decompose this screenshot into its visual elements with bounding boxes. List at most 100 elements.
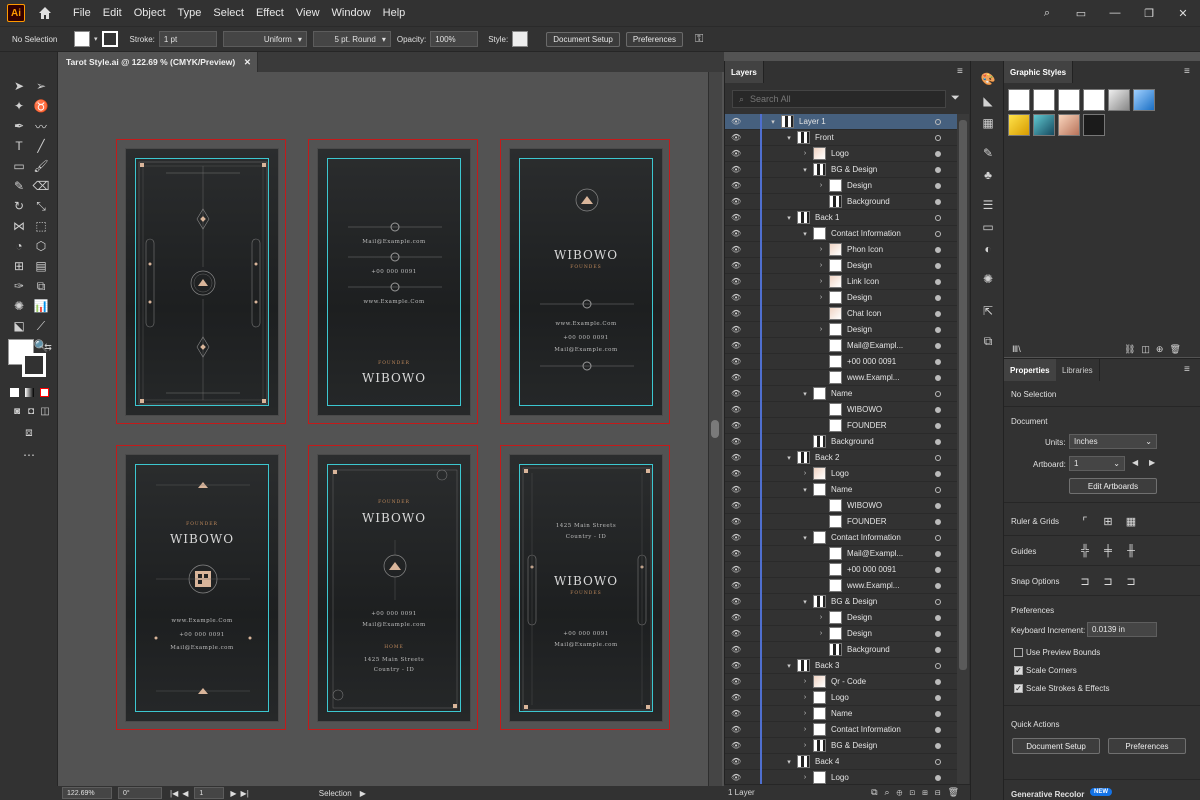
styles-library-icon[interactable]: Ⅲ\ (1012, 344, 1021, 355)
layer-actions-icon[interactable]: ⧉⌕⊕⊡⊞⊟🗑 (871, 787, 966, 798)
layer-target-icon[interactable] (935, 294, 941, 301)
layer-target-icon[interactable] (935, 310, 941, 317)
layer-row[interactable]: 👁 ▾ Back 4 (725, 753, 961, 770)
none-mode-icon[interactable] (40, 388, 49, 397)
visibility-eye-icon[interactable]: 👁 (731, 197, 741, 206)
visibility-eye-icon[interactable]: 👁 (731, 117, 741, 126)
snap-pixel-icon[interactable]: ⊐ (1124, 574, 1138, 588)
layer-row[interactable]: 👁 › Design (725, 177, 961, 194)
line-icon[interactable]: ╱ (33, 138, 49, 154)
graphic-style-swatch[interactable] (1083, 89, 1105, 111)
align-icon[interactable]: ☰ (980, 197, 996, 213)
layer-target-icon[interactable] (935, 150, 941, 157)
symbol-sprayer-icon[interactable]: ✺ (11, 298, 27, 314)
menu-type[interactable]: Type (172, 7, 208, 19)
menu-view[interactable]: View (290, 7, 326, 19)
color-guide-icon[interactable]: 🎨 (980, 71, 996, 87)
draw-inside-icon[interactable]: ◫ (37, 403, 53, 419)
chevron-right-icon[interactable]: › (801, 726, 809, 733)
layer-target-icon[interactable] (935, 582, 941, 589)
graphic-style-swatch[interactable] (1058, 114, 1080, 136)
layer-target-icon[interactable] (935, 614, 941, 621)
stroke-color-icon[interactable] (22, 353, 46, 377)
chevron-right-icon[interactable]: › (801, 710, 809, 717)
layer-row[interactable]: 👁 FOUNDER (725, 417, 961, 434)
artboard-back-5[interactable]: 1425 Main Streets Country - ID WIBOWO FO… (500, 445, 670, 730)
layer-target-icon[interactable] (935, 326, 941, 333)
visibility-eye-icon[interactable]: 👁 (731, 485, 741, 494)
layer-target-icon[interactable] (935, 774, 941, 781)
layer-target-icon[interactable] (935, 374, 941, 381)
layer-row[interactable]: 👁 ▾ Contact Information (725, 225, 961, 242)
layer-row[interactable]: 👁 › Qr - Code (725, 673, 961, 690)
layer-row[interactable]: 👁 ▾ Name (725, 385, 961, 402)
layer-target-icon[interactable] (935, 454, 941, 461)
visibility-eye-icon[interactable]: 👁 (731, 741, 741, 750)
transparency-grid-icon[interactable]: ▦ (1124, 514, 1138, 528)
rectangle-icon[interactable]: ▭ (11, 158, 27, 174)
style-swatch[interactable] (512, 31, 529, 47)
next-artboard-icon[interactable]: ▶ (1149, 458, 1155, 467)
keyboard-increment-input[interactable]: 0.0139 in (1087, 622, 1157, 637)
snap-point-icon[interactable]: ⊐ (1078, 574, 1092, 588)
panel-menu-icon[interactable]: ≡ (1184, 364, 1190, 375)
artboard-icon[interactable]: ⬕ (11, 318, 27, 334)
transparency-icon[interactable]: ▦ (980, 115, 996, 131)
layer-row[interactable]: 👁 www.Exampl... (725, 577, 961, 594)
visibility-eye-icon[interactable]: 👁 (731, 773, 741, 782)
layer-target-icon[interactable] (935, 502, 941, 509)
visibility-eye-icon[interactable]: 👁 (731, 213, 741, 222)
graphic-style-swatch[interactable] (1033, 89, 1055, 111)
chevron-right-icon[interactable]: › (801, 678, 809, 685)
layers-search-input[interactable]: ⌕ Search All (732, 90, 946, 108)
gradient-panel-icon[interactable]: ◣ (980, 93, 996, 109)
layer-row[interactable]: 👁 Background (725, 641, 961, 658)
layer-row[interactable]: 👁 Chat Icon (725, 305, 961, 322)
menu-window[interactable]: Window (326, 7, 377, 19)
pen-icon[interactable]: ✒ (11, 118, 27, 134)
visibility-eye-icon[interactable]: 👁 (731, 293, 741, 302)
chevron-down-icon[interactable]: ▾ (801, 486, 809, 494)
close-tab-icon[interactable]: ✕ (244, 57, 251, 68)
layer-row[interactable]: 👁 Background (725, 193, 961, 210)
layer-target-icon[interactable] (935, 406, 941, 413)
eyedropper-icon[interactable]: ✑ (11, 278, 27, 294)
layer-target-icon[interactable] (935, 646, 941, 653)
layer-row[interactable]: 👁 › Logo (725, 465, 961, 482)
visibility-eye-icon[interactable]: 👁 (731, 181, 741, 190)
prev-artboard-icon[interactable]: ◀ (182, 789, 188, 798)
graphic-style-swatch[interactable] (1033, 114, 1055, 136)
layer-target-icon[interactable] (935, 534, 941, 541)
rotate-icon[interactable]: ↻ (11, 198, 27, 214)
layer-row[interactable]: 👁 +00 000 0091 (725, 561, 961, 578)
tab-graphic-styles[interactable]: Graphic Styles (1004, 61, 1074, 83)
first-artboard-icon[interactable]: |◀ (170, 789, 178, 798)
layer-row[interactable]: 👁 › Contact Information (725, 721, 961, 738)
panel-menu-icon[interactable]: ≡ (957, 66, 963, 77)
visibility-eye-icon[interactable]: 👁 (731, 469, 741, 478)
shaper-icon[interactable]: ✎ (11, 178, 27, 194)
layer-row[interactable]: 👁 › Link Icon (725, 273, 961, 290)
direct-selection-icon[interactable]: ➢ (33, 78, 49, 94)
edit-artboards-button[interactable]: Edit Artboards (1069, 478, 1157, 494)
visibility-eye-icon[interactable]: 👁 (731, 709, 741, 718)
graph-icon[interactable]: 📊 (33, 298, 49, 314)
swap-colors-icon[interactable]: ⇆ (40, 339, 56, 355)
graphic-style-swatch[interactable] (1108, 89, 1130, 111)
layer-row[interactable]: 👁 › Logo (725, 145, 961, 162)
chevron-right-icon[interactable]: › (817, 630, 825, 637)
artboard-back-3[interactable]: FOUNDER WIBOWO www.Example.Com +00 000 0… (116, 445, 286, 730)
layer-target-icon[interactable] (935, 182, 941, 189)
status-menu-icon[interactable]: ▶ (360, 789, 366, 798)
shape-builder-icon[interactable]: ◔ (11, 238, 27, 254)
chevron-down-icon[interactable]: ▾ (785, 662, 793, 670)
visibility-eye-icon[interactable]: 👁 (731, 693, 741, 702)
appearance-icon[interactable]: ✺ (980, 271, 996, 287)
graphic-style-swatch[interactable] (1008, 89, 1030, 111)
eraser-icon[interactable]: ⌫ (33, 178, 50, 194)
layer-target-icon[interactable] (935, 246, 941, 253)
preferences-button[interactable]: Preferences (625, 31, 683, 47)
chevron-right-icon[interactable]: › (801, 150, 809, 157)
menu-help[interactable]: Help (377, 7, 412, 19)
layer-target-icon[interactable] (935, 262, 941, 269)
